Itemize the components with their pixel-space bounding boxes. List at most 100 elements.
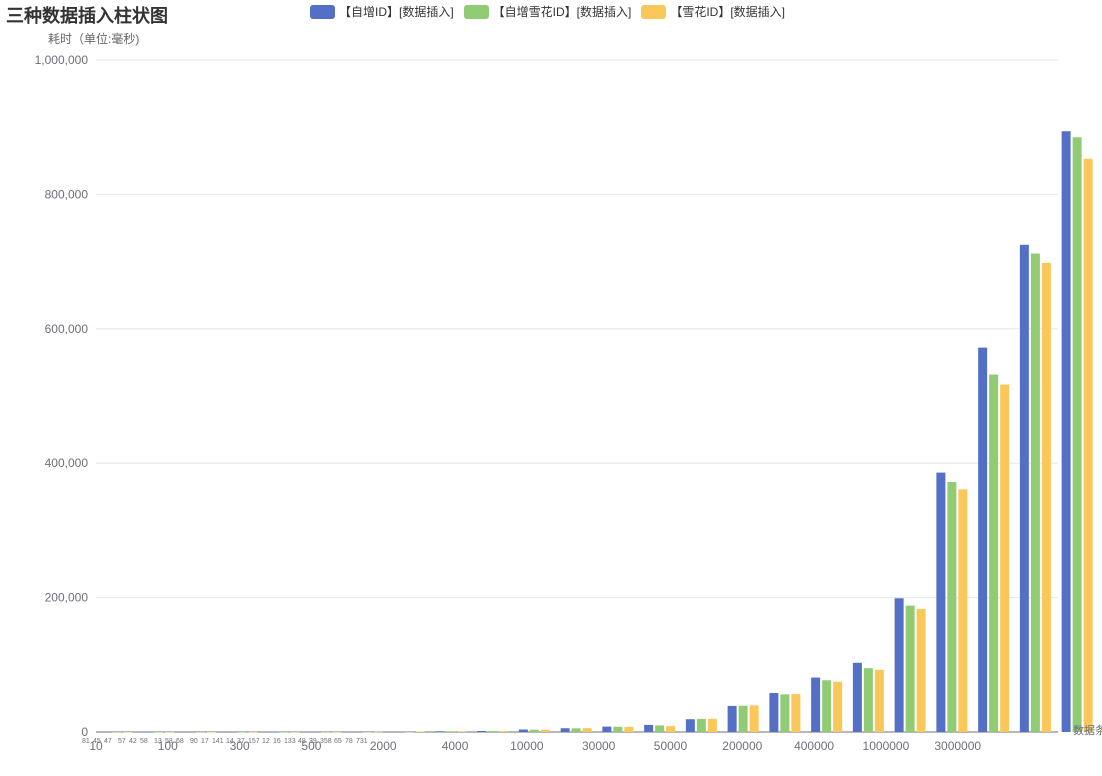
bar-2-11 — [529, 729, 539, 732]
bar-1-3 — [184, 731, 194, 733]
bar-3-23 — [1041, 262, 1051, 732]
bar-2-24 — [1072, 137, 1082, 732]
bar-3-6 — [332, 731, 342, 733]
x-axis-label: 数据条数 — [1073, 723, 1102, 737]
y-tick-label: 1,000,000 — [35, 53, 89, 67]
x-tick-label: 30000 — [582, 739, 616, 753]
bar-2-9 — [446, 731, 456, 732]
data-label: 133 — [284, 738, 296, 745]
bar-3-16 — [749, 705, 759, 732]
y-tick-label: 800,000 — [45, 187, 89, 201]
bar-1-10 — [477, 730, 487, 732]
data-label: 358 — [320, 738, 332, 745]
data-label: 12 — [262, 738, 270, 745]
x-tick-label: 200000 — [722, 739, 762, 753]
data-label: 58 — [140, 738, 148, 745]
bar-1-2 — [143, 731, 153, 733]
bar-1-11 — [518, 729, 528, 732]
bar-2-6 — [321, 731, 331, 733]
data-label: 65 — [334, 738, 342, 745]
data-label: 157 — [248, 738, 260, 745]
bar-1-19 — [852, 662, 862, 732]
bar-chart: 0200,000400,000600,000800,0001,000,00081… — [35, 53, 1102, 753]
bar-2-3 — [195, 731, 205, 733]
bar-3-13 — [624, 726, 634, 732]
bar-1-7 — [351, 731, 361, 733]
bar-3-10 — [499, 731, 509, 732]
bar-2-23 — [1030, 253, 1040, 732]
bar-1-18 — [811, 677, 821, 732]
bar-3-11 — [540, 729, 550, 732]
bar-3-9 — [457, 731, 467, 732]
x-tick-label: 50000 — [654, 739, 688, 753]
bar-1-5 — [268, 731, 278, 733]
bar-1-24 — [1061, 131, 1071, 732]
x-tick-label: 300 — [230, 739, 250, 753]
x-tick-label: 2000 — [370, 739, 397, 753]
bar-3-3 — [206, 731, 216, 733]
bar-2-20 — [905, 605, 915, 732]
data-label: 90 — [190, 738, 198, 745]
data-label: 16 — [273, 738, 281, 745]
x-tick-label: 10 — [89, 739, 103, 753]
x-tick-label: 500 — [301, 739, 321, 753]
bar-2-13 — [613, 726, 623, 732]
bar-3-1 — [123, 731, 133, 733]
bar-2-15 — [696, 718, 706, 732]
data-label: 47 — [104, 738, 112, 745]
bar-2-1 — [112, 731, 122, 733]
bar-3-4 — [248, 731, 258, 733]
x-tick-label: 400000 — [794, 739, 834, 753]
bar-1-14 — [644, 724, 654, 732]
bar-3-21 — [958, 489, 968, 732]
x-tick-label: 10000 — [510, 739, 544, 753]
data-label: 731 — [356, 738, 368, 745]
x-tick-label: 100 — [158, 739, 178, 753]
bar-3-15 — [707, 718, 717, 732]
bar-3-8 — [415, 731, 425, 733]
bar-1-15 — [685, 719, 695, 732]
y-tick-label: 0 — [81, 725, 88, 739]
bar-3-18 — [833, 681, 843, 732]
bar-3-7 — [373, 731, 383, 733]
bar-2-22 — [989, 374, 999, 732]
bar-2-8 — [404, 731, 414, 733]
bar-3-17 — [791, 694, 801, 732]
bar-2-10 — [488, 731, 498, 732]
bar-1-17 — [769, 693, 779, 732]
bar-1-23 — [1019, 244, 1029, 733]
data-label: 17 — [201, 738, 209, 745]
bar-2-19 — [863, 668, 873, 732]
bar-2-16 — [738, 705, 748, 732]
bar-3-22 — [1000, 384, 1010, 732]
bar-1-12 — [560, 728, 570, 732]
data-label: 57 — [118, 738, 126, 745]
bar-1-13 — [602, 726, 612, 732]
bar-3-19 — [874, 669, 884, 732]
x-tick-label: 1000000 — [863, 739, 910, 753]
bar-2-21 — [947, 482, 957, 732]
bar-1-21 — [936, 472, 946, 732]
bar-2-18 — [822, 680, 832, 732]
bar-2-14 — [655, 725, 665, 732]
y-tick-label: 400,000 — [45, 456, 89, 470]
data-label: 78 — [345, 738, 353, 745]
y-tick-label: 200,000 — [45, 591, 89, 605]
bar-1-4 — [226, 731, 236, 733]
bar-2-7 — [362, 731, 372, 733]
bar-3-2 — [165, 731, 175, 733]
bar-1-22 — [978, 347, 988, 732]
bar-3-20 — [916, 609, 926, 732]
y-tick-label: 600,000 — [45, 322, 89, 336]
bar-2-12 — [571, 728, 581, 732]
bar-2-4 — [237, 731, 247, 733]
bar-2-17 — [780, 694, 790, 732]
data-label: 42 — [129, 738, 137, 745]
x-tick-label: 4000 — [442, 739, 469, 753]
bar-1-16 — [727, 705, 737, 732]
bar-2-2 — [154, 731, 164, 733]
bar-1-9 — [435, 731, 445, 732]
bar-1-8 — [393, 731, 403, 733]
bar-3-14 — [666, 726, 676, 732]
bar-1-6 — [310, 731, 320, 733]
